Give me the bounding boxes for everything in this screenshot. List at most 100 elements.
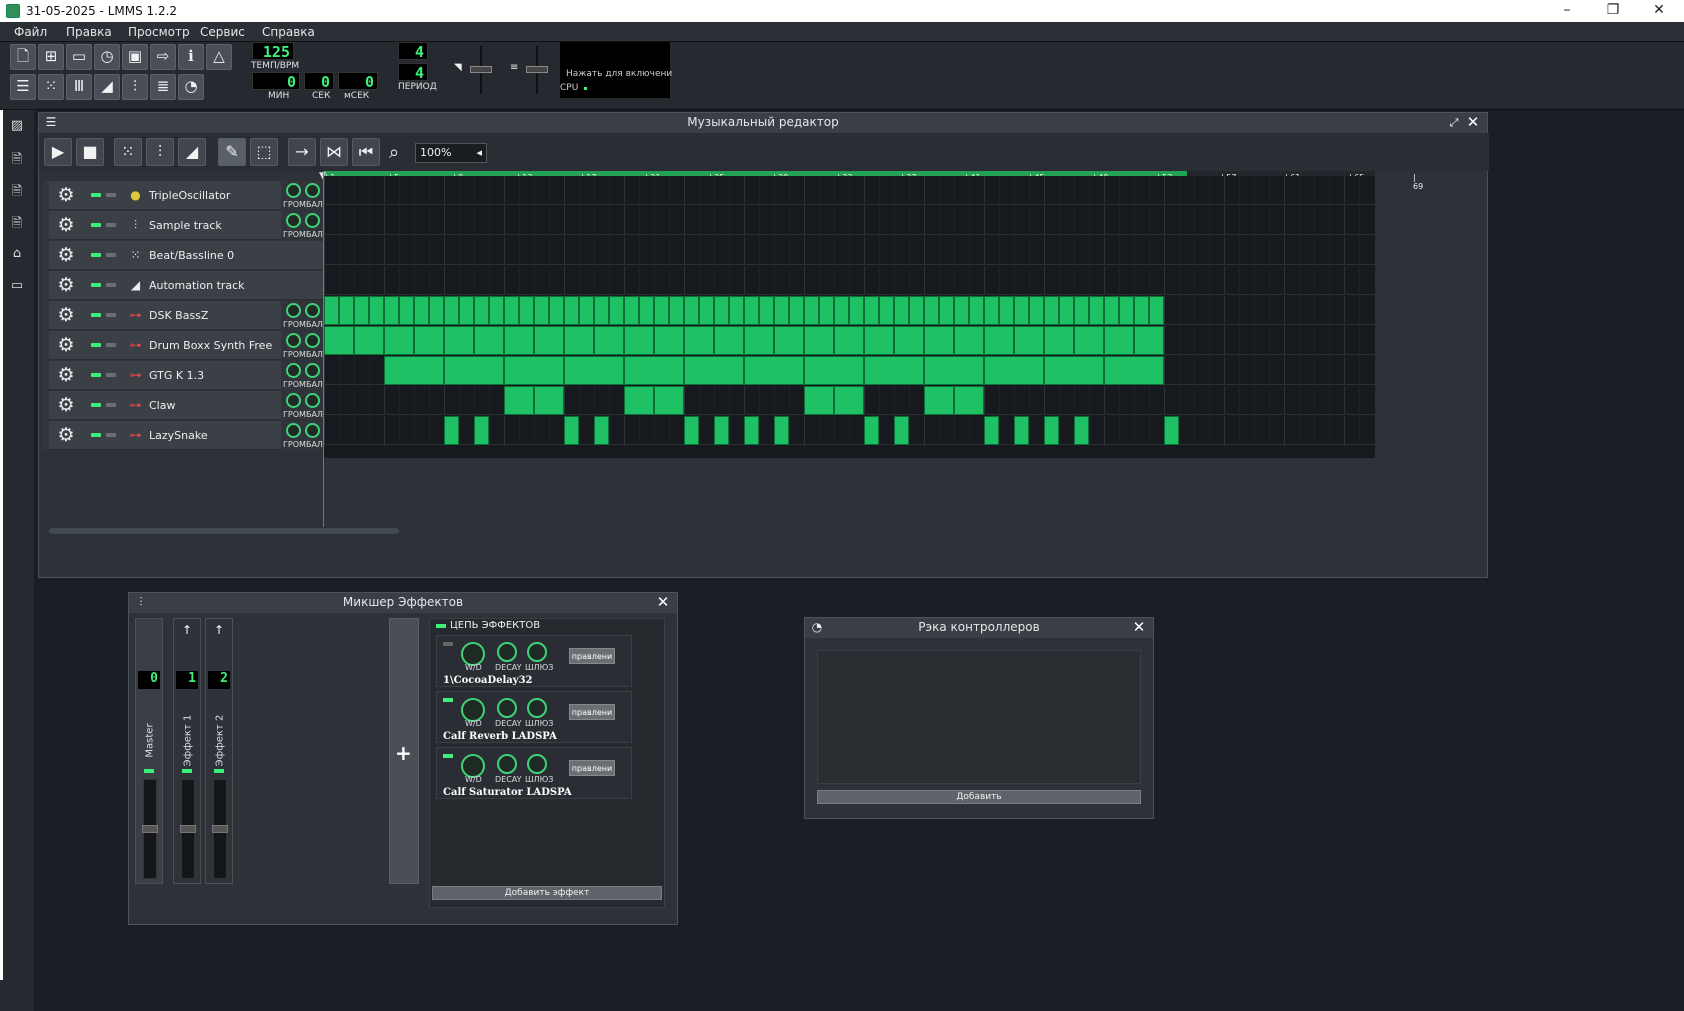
pattern-clip[interactable] [984,416,999,445]
track-row[interactable]: ⚙ ⫶ Sample track ГРОМБАЛ [43,211,325,240]
pattern-clip[interactable] [744,326,774,355]
track-lane[interactable] [324,266,1376,295]
pattern-clip[interactable] [684,416,699,445]
loop-points-icon[interactable]: ⋈ [320,138,348,166]
track-row[interactable]: ⚙ ⊶ LazySnake ГРОМБАЛ [43,421,325,450]
pattern-clip[interactable] [864,416,879,445]
pattern-clip[interactable] [999,296,1014,325]
menu-file[interactable]: Файл [14,25,47,39]
pattern-clip[interactable] [1149,296,1164,325]
solo-toggle[interactable] [106,373,116,377]
arrangement-grid[interactable] [323,176,1376,458]
track-settings-gear-icon[interactable]: ⚙ [55,424,77,446]
pattern-clip[interactable] [684,326,714,355]
effect-controls-button[interactable]: правлени [569,704,615,720]
instrument-plugins-icon[interactable]: ▨ [8,118,26,136]
horizontal-scrollbar[interactable] [49,528,399,534]
effect-enable-led[interactable] [443,754,453,758]
track-name[interactable]: Beat/Bassline 0 [149,249,234,262]
mixer-channel-2[interactable]: ↑ 2 Эффект 2 [205,618,233,884]
pattern-clip[interactable] [774,326,804,355]
effect-controls-button[interactable]: правлени [569,760,615,776]
mute-toggle[interactable] [91,223,101,227]
pattern-clip[interactable] [504,356,564,385]
mute-toggle[interactable] [91,433,101,437]
pattern-clip[interactable] [414,326,444,355]
track-settings-gear-icon[interactable]: ⚙ [55,304,77,326]
pattern-clip[interactable] [1134,296,1149,325]
pattern-clip[interactable] [1044,416,1059,445]
play-icon[interactable]: ▶ [44,138,72,166]
track-name[interactable]: Automation track [149,279,245,292]
track-settings-gear-icon[interactable]: ⚙ [55,184,77,206]
my-presets-icon[interactable]: 🗎 [8,214,26,232]
track-name[interactable]: DSK BassZ [149,309,208,322]
pattern-clip[interactable] [1074,296,1089,325]
track-name[interactable]: GTG K 1.3 [149,369,204,382]
pattern-clip[interactable] [354,296,369,325]
track-settings-gear-icon[interactable]: ⚙ [55,274,77,296]
track-grip[interactable] [43,421,49,450]
pan-knob[interactable] [305,363,320,378]
pattern-clip[interactable] [669,296,684,325]
track-settings-gear-icon[interactable]: ⚙ [55,364,77,386]
mute-toggle[interactable] [91,343,101,347]
pattern-clip[interactable] [954,326,984,355]
pattern-clip[interactable] [474,296,489,325]
track-grip[interactable] [43,241,49,270]
new-from-template-icon[interactable]: ⊞ [38,44,64,70]
add-automation-track-icon[interactable]: ◢ [178,138,206,166]
pattern-clip[interactable] [369,296,384,325]
pattern-clip[interactable] [894,326,924,355]
track-grip[interactable] [43,181,49,210]
pan-knob[interactable] [305,183,320,198]
mute-led[interactable] [214,769,224,773]
pattern-clip[interactable] [399,296,414,325]
track-grip[interactable] [43,301,49,330]
my-home-icon[interactable]: ⌂ [8,246,26,264]
fader-handle[interactable] [180,825,196,833]
volume-knob[interactable] [286,363,301,378]
volume-knob[interactable] [286,393,301,408]
pattern-clip[interactable] [849,296,864,325]
menu-tools[interactable]: Сервис [200,25,245,39]
pattern-clip[interactable] [1119,296,1134,325]
pattern-clip[interactable] [834,296,849,325]
pattern-clip[interactable] [474,326,504,355]
pattern-clip[interactable] [1044,356,1104,385]
track-name[interactable]: LazySnake [149,429,208,442]
track-name[interactable]: TripleOscillator [149,189,230,202]
pattern-clip[interactable] [1029,296,1044,325]
track-row[interactable]: ⚙ ◢ Automation track [43,271,323,300]
pattern-clip[interactable] [444,326,474,355]
pattern-clip[interactable] [1014,326,1044,355]
pattern-clip[interactable] [984,356,1044,385]
pattern-clip[interactable] [864,296,879,325]
mute-led[interactable] [144,769,154,773]
pattern-clip[interactable] [1074,326,1104,355]
pattern-clip[interactable] [819,296,834,325]
song-editor-icon[interactable]: ☰ [10,74,36,100]
solo-toggle[interactable] [106,313,116,317]
auto-scroll-icon[interactable]: → [288,138,316,166]
volume-knob[interactable] [286,213,301,228]
pattern-clip[interactable] [774,416,789,445]
pattern-clip[interactable] [714,326,744,355]
decay-knob[interactable] [497,754,517,774]
volume-pan-knobs[interactable]: ГРОМБАЛ [281,331,325,360]
pattern-clip[interactable] [534,296,549,325]
pattern-clip[interactable] [924,326,954,355]
pattern-clip[interactable] [1074,416,1089,445]
volume-fader[interactable] [180,779,196,879]
metronome-icon[interactable]: △ [206,44,232,70]
track-name[interactable]: Claw [149,399,175,412]
pattern-clip[interactable] [894,416,909,445]
pattern-clip[interactable] [894,296,909,325]
pattern-clip[interactable] [744,416,759,445]
save-project-icon[interactable]: ▣ [122,44,148,70]
pattern-clip[interactable] [624,326,654,355]
pattern-clip[interactable] [1059,296,1074,325]
new-project-icon[interactable]: 🗋 [10,44,36,70]
pattern-clip[interactable] [1044,326,1074,355]
track-grip[interactable] [43,361,49,390]
